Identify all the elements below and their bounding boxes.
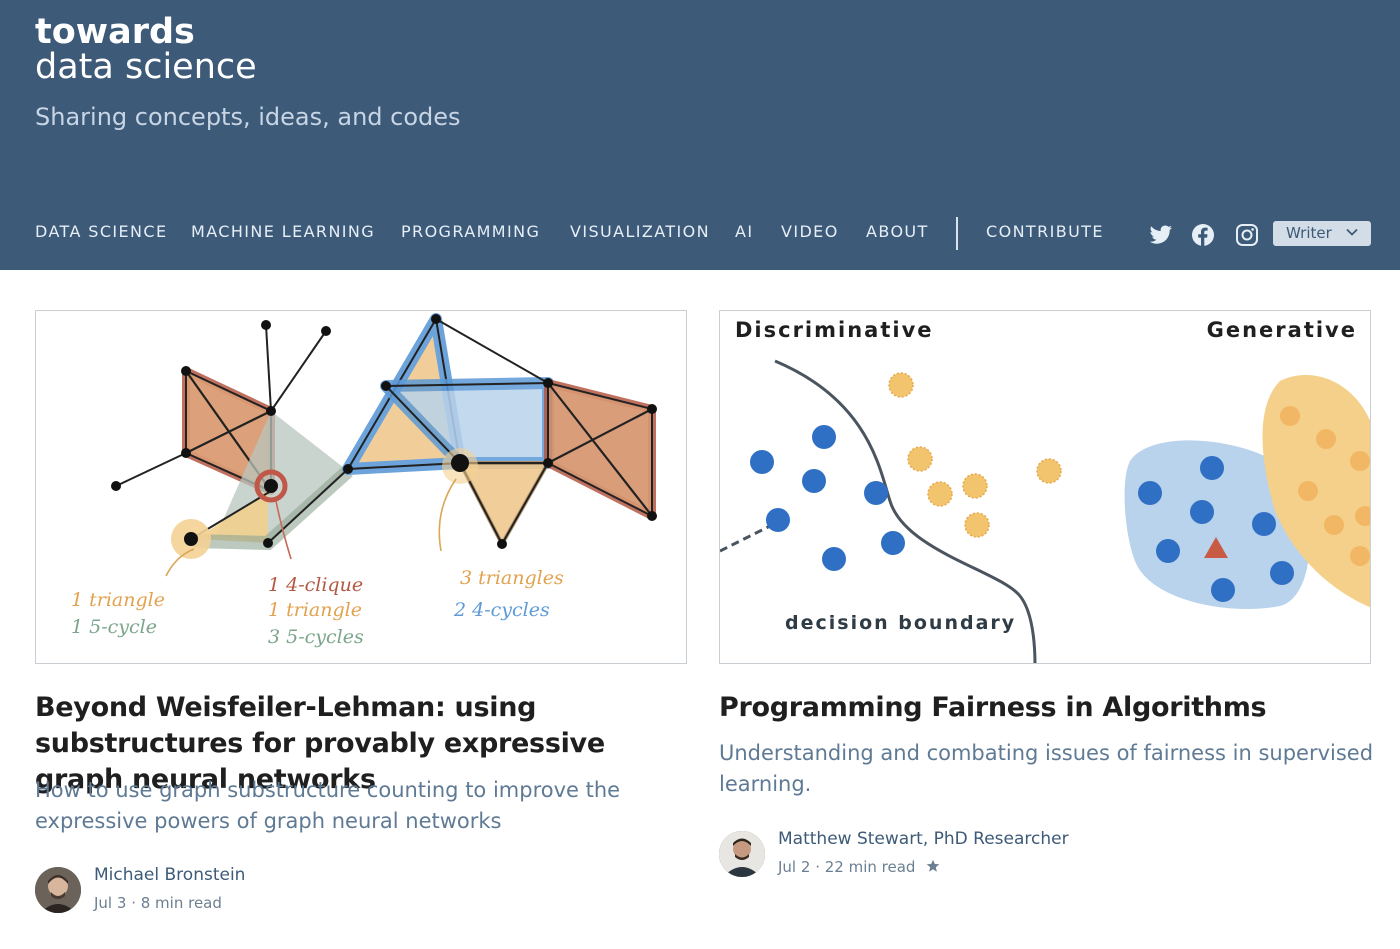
star-icon [926, 859, 940, 872]
annotation-3-5-cycles: 3 5-cycles [268, 626, 364, 648]
site-header: towards data science Sharing concepts, i… [0, 0, 1400, 270]
facebook-icon[interactable] [1191, 223, 1215, 247]
annotation-1-4-clique: 1 4-clique [268, 574, 363, 596]
article-subtitle-1[interactable]: How to use graph substructure counting t… [35, 775, 655, 837]
article-meta-2: Jul 2 · 22 min read [778, 858, 940, 876]
instagram-icon[interactable] [1235, 223, 1259, 247]
chevron-down-icon [1346, 228, 1358, 236]
article-date-2: Jul 2 [778, 858, 811, 876]
annotation-3-triangles: 3 triangles [460, 567, 564, 589]
site-tagline: Sharing concepts, ideas, and codes [35, 103, 461, 131]
nav-item-machine-learning[interactable]: MACHINE LEARNING [191, 222, 375, 241]
annotation-1-5-cycle: 1 5-cycle [71, 616, 157, 638]
nav-item-ai[interactable]: AI [735, 222, 753, 241]
nav-item-visualization[interactable]: VISUALIZATION [570, 222, 710, 241]
annotation-2-4-cycles: 2 4-cycles [453, 599, 550, 621]
label-generative: Generative [1207, 318, 1357, 342]
nav-item-about[interactable]: ABOUT [866, 222, 929, 241]
article-image-fairness[interactable]: Discriminative Generative decision bound… [719, 310, 1371, 664]
annotation-1-triangle-b: 1 triangle [268, 599, 362, 621]
main-nav: DATA SCIENCE MACHINE LEARNING PROGRAMMIN… [0, 217, 1400, 250]
nav-item-programming[interactable]: PROGRAMMING [401, 222, 540, 241]
logo-data-science[interactable]: data science [35, 47, 257, 87]
article-meta-1: Jul 3 · 8 min read [94, 894, 222, 912]
nav-item-data-science[interactable]: DATA SCIENCE [35, 222, 168, 241]
writer-label: Writer [1286, 224, 1332, 242]
label-decision-boundary: decision boundary [785, 612, 1016, 634]
article-title-2[interactable]: Programming Fairness in Algorithms [719, 690, 1379, 726]
nav-item-video[interactable]: VIDEO [781, 222, 839, 241]
writer-dropdown[interactable]: Writer [1273, 221, 1371, 246]
article-read-time-2: 22 min read [824, 858, 916, 876]
article-image-graph[interactable]: 1 triangle 1 5-cycle 1 4-clique 1 triang… [35, 310, 687, 664]
author-name-2[interactable]: Matthew Stewart, PhD Researcher [778, 829, 1069, 849]
avatar-matthew-stewart[interactable] [719, 831, 765, 877]
article-read-time-1: 8 min read [140, 894, 222, 912]
avatar-michael-bronstein[interactable] [35, 867, 81, 913]
label-discriminative: Discriminative [735, 318, 934, 342]
annotation-1-triangle: 1 triangle [71, 589, 165, 611]
twitter-icon[interactable] [1148, 223, 1172, 247]
nav-item-contribute[interactable]: CONTRIBUTE [986, 222, 1104, 241]
nav-divider [956, 217, 958, 250]
article-date-1: Jul 3 [94, 894, 127, 912]
author-name-1[interactable]: Michael Bronstein [94, 865, 245, 885]
logo-towards[interactable]: towards [35, 12, 195, 52]
article-subtitle-2[interactable]: Understanding and combating issues of fa… [719, 738, 1379, 800]
